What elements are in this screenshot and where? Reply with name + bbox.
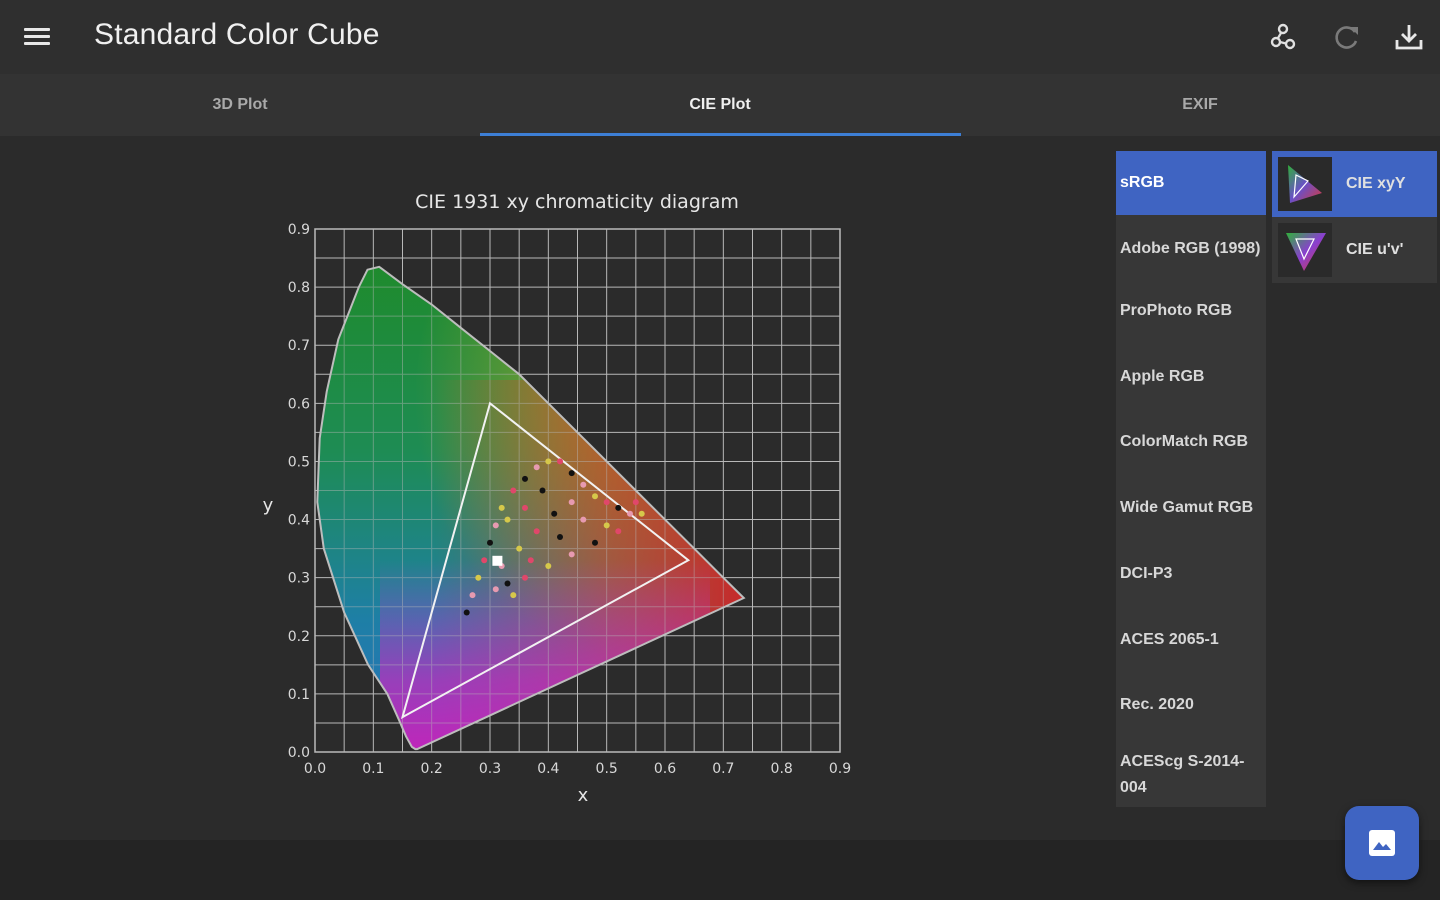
- x-tick-label: 0.5: [596, 761, 618, 777]
- data-point: [545, 563, 552, 569]
- data-point: [551, 510, 558, 517]
- x-tick-label: 0.8: [771, 761, 793, 777]
- data-point: [492, 522, 499, 529]
- space-item-dci-p3[interactable]: DCI-P3: [1116, 542, 1266, 606]
- data-point: [533, 464, 540, 471]
- space-item-apple-rgb[interactable]: Apple RGB: [1116, 345, 1266, 409]
- x-tick-label: 0.2: [421, 761, 443, 777]
- y-tick-label: 0.7: [288, 338, 310, 354]
- data-point: [498, 504, 505, 511]
- data-point: [504, 580, 511, 587]
- data-point: [592, 493, 598, 500]
- data-point: [580, 516, 587, 523]
- plot-mode-list: CIE xyY CIE u'v': [1272, 151, 1437, 283]
- y-tick-label: 0.8: [288, 280, 310, 296]
- x-tick-label: 0.9: [829, 761, 851, 777]
- color-space-list: sRGB Adobe RGB (1998) ProPhoto RGB Apple…: [1116, 151, 1266, 807]
- space-item-acescg[interactable]: ACEScg S-2014-004: [1116, 743, 1266, 807]
- white-point: [492, 555, 503, 566]
- image-icon: [1369, 830, 1395, 856]
- data-point: [615, 504, 622, 511]
- data-point: [516, 545, 523, 552]
- x-tick-label: 0.4: [537, 761, 559, 777]
- x-tick-label: 0.3: [479, 761, 501, 777]
- x-tick-label: 0.6: [654, 761, 676, 777]
- space-item-wide-gamut-rgb[interactable]: Wide Gamut RGB: [1116, 476, 1266, 540]
- cie-uv-thumbnail-icon: [1278, 223, 1332, 277]
- tab-exif[interactable]: EXIF: [960, 74, 1440, 136]
- x-tick-label: 0.0: [304, 761, 326, 777]
- space-item-prophoto-rgb[interactable]: ProPhoto RGB: [1116, 279, 1266, 343]
- x-axis-label: x: [578, 785, 589, 806]
- data-point: [522, 475, 528, 482]
- data-point: [580, 481, 587, 488]
- data-point: [527, 557, 534, 564]
- data-point: [557, 534, 563, 540]
- mode-item-cie-xyy[interactable]: CIE xyY: [1272, 151, 1437, 217]
- y-tick-label: 0.3: [288, 571, 310, 587]
- data-point: [510, 487, 517, 494]
- download-icon[interactable]: [1392, 20, 1426, 54]
- data-point: [510, 592, 517, 599]
- data-point: [568, 499, 575, 506]
- y-tick-label: 0.2: [288, 629, 310, 645]
- mode-item-cie-uv[interactable]: CIE u'v': [1272, 217, 1437, 283]
- refresh-icon[interactable]: [1330, 20, 1364, 54]
- tab-cie-plot[interactable]: CIE Plot: [480, 74, 960, 136]
- x-tick-label: 0.1: [362, 761, 384, 777]
- tab-bar: 3D Plot CIE Plot EXIF: [0, 74, 1440, 136]
- y-tick-label: 0.9: [288, 222, 310, 238]
- space-item-adobe-rgb[interactable]: Adobe RGB (1998): [1116, 217, 1266, 281]
- data-point: [481, 557, 488, 564]
- y-tick-label: 0.0: [288, 745, 310, 761]
- mode-label-cie-uv: CIE u'v': [1346, 241, 1404, 258]
- data-point: [568, 551, 575, 558]
- data-point: [615, 528, 622, 535]
- cie-xyy-thumbnail-icon: [1278, 157, 1332, 211]
- data-point: [592, 539, 598, 546]
- x-tick-label: 0.7: [712, 761, 734, 777]
- mode-label-cie-xyy: CIE xyY: [1346, 175, 1406, 192]
- connection-icon[interactable]: [1266, 20, 1300, 54]
- data-point: [568, 470, 575, 477]
- data-point: [492, 586, 499, 593]
- data-point: [504, 516, 511, 523]
- y-tick-label: 0.1: [288, 687, 310, 703]
- y-tick-label: 0.4: [288, 513, 310, 529]
- space-item-colormatch-rgb[interactable]: ColorMatch RGB: [1116, 410, 1266, 474]
- cie-chart: 0.0 0.1 0.2 0.3 0.4 0.5 0.6 0.7 0.8 0.9 0.0 0.1 0.2 0…: [263, 191, 851, 806]
- data-point: [603, 499, 610, 506]
- data-point: [522, 504, 528, 511]
- data-point: [539, 487, 546, 494]
- space-item-srgb[interactable]: sRGB: [1116, 151, 1266, 215]
- menu-icon[interactable]: [18, 20, 56, 54]
- pick-image-button[interactable]: [1345, 806, 1419, 880]
- data-point: [638, 510, 645, 517]
- tab-3d-plot[interactable]: 3D Plot: [0, 74, 480, 136]
- y-tick-label: 0.6: [288, 396, 310, 412]
- data-point: [463, 609, 470, 616]
- data-point: [627, 510, 633, 517]
- data-point: [603, 522, 610, 529]
- data-point: [522, 574, 528, 581]
- data-point: [632, 499, 639, 506]
- app-title: Standard Color Cube: [94, 18, 380, 51]
- y-tick-label: 0.5: [288, 454, 310, 470]
- data-point: [533, 528, 540, 535]
- space-item-aces-2065[interactable]: ACES 2065-1: [1116, 608, 1266, 672]
- y-axis-label: y: [263, 495, 274, 516]
- data-point: [469, 592, 476, 599]
- data-point: [557, 458, 563, 465]
- data-point: [475, 574, 482, 581]
- chart-title: CIE 1931 xy chromaticity diagram: [415, 191, 739, 213]
- bottom-bar: [0, 840, 1440, 900]
- space-item-rec-2020[interactable]: Rec. 2020: [1116, 673, 1266, 737]
- data-point: [545, 458, 552, 465]
- data-point: [487, 539, 493, 546]
- app-bar: Standard Color Cube: [0, 0, 1440, 74]
